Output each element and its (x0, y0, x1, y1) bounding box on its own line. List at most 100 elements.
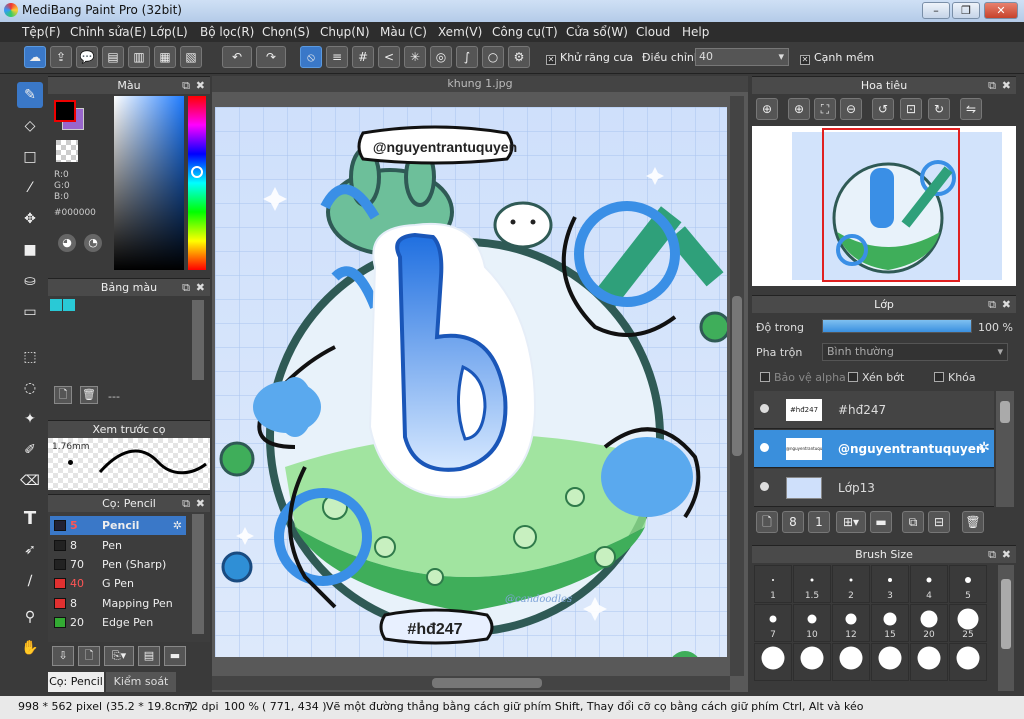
circle-snap-icon[interactable]: ○ (482, 46, 504, 68)
grid-layout-icon[interactable]: ▧ (180, 46, 202, 68)
brush-item-g-pen[interactable]: 40 G Pen (50, 574, 186, 593)
brush-size-cell[interactable]: 10 (793, 604, 831, 642)
zoom-in-icon[interactable]: ⊕ (788, 98, 810, 120)
merge-layer-icon[interactable]: ⊟ (928, 511, 950, 533)
folder-icon[interactable]: ▬ (164, 646, 186, 666)
concentric-snap-icon[interactable]: ◎ (430, 46, 452, 68)
fit-window-icon[interactable]: ⛶ (814, 98, 836, 120)
layer-row-layer13[interactable]: Lớp13 (754, 469, 994, 507)
saturation-value-picker[interactable] (114, 96, 184, 270)
menu-layer[interactable]: Lớp(L) (150, 25, 188, 39)
eye-icon[interactable] (760, 404, 769, 413)
popout-icon[interactable]: ⧉ (182, 279, 190, 297)
dot-tool-icon[interactable]: ⁄ (17, 175, 43, 201)
popout-icon[interactable]: ⧉ (182, 77, 190, 95)
curve-snap-icon[interactable]: ∫ (456, 46, 478, 68)
trash-icon[interactable]: 🗑 (80, 386, 98, 404)
reset-view-icon[interactable]: ⊡ (900, 98, 922, 120)
close-icon[interactable]: ✖ (196, 495, 205, 513)
minimize-button[interactable]: – (922, 2, 950, 19)
brush-size-cell[interactable] (832, 643, 870, 681)
cross-snap-icon[interactable]: # (352, 46, 374, 68)
palette-icon[interactable]: ◕ (58, 234, 76, 252)
brush-size-cell[interactable]: 1 (754, 565, 792, 603)
popout-icon[interactable]: ⧉ (182, 495, 190, 513)
new-1bit-layer-icon[interactable]: 1 (808, 511, 830, 533)
palette-settings-icon[interactable]: ◔ (84, 234, 102, 252)
popout-icon[interactable]: ⧉ (988, 77, 996, 95)
add-layer-menu-icon[interactable]: ⊞▾ (836, 511, 866, 533)
brush-item-pen[interactable]: 8 Pen (50, 536, 186, 555)
new-layer-icon[interactable]: 🗋 (756, 511, 778, 533)
antialias-checkbox[interactable]: ✕ Khử răng cưa (546, 51, 633, 65)
zoom-fit-icon[interactable]: ⊕ (756, 98, 778, 120)
rotate-left-icon[interactable]: ↺ (872, 98, 894, 120)
no-snap-icon[interactable]: ⦸ (300, 46, 322, 68)
new-brush-icon[interactable]: 🗋 (78, 646, 100, 666)
brush-size-cell[interactable] (871, 643, 909, 681)
layer-row-hashtag[interactable]: #hđ247 #hđ247 (754, 391, 994, 429)
protect-alpha-checkbox[interactable]: Bảo vệ alpha (760, 371, 846, 384)
menu-filter[interactable]: Bộ lọc(R) (200, 25, 254, 39)
parallel-snap-icon[interactable]: ≡ (326, 46, 348, 68)
rotate-right-icon[interactable]: ↻ (928, 98, 950, 120)
close-button[interactable]: ✕ (984, 2, 1018, 19)
brush-size-cell[interactable] (910, 643, 948, 681)
brush-item-pen-sharp[interactable]: 70 Pen (Sharp) (50, 555, 186, 574)
comment-icon[interactable]: ▤ (102, 46, 124, 68)
menu-cloud[interactable]: Cloud (636, 25, 670, 39)
new-halftone-layer-icon[interactable]: 8 (782, 511, 804, 533)
cloud-icon[interactable]: ☁ (24, 46, 46, 68)
divide-tool-icon[interactable]: ∕ (17, 568, 43, 594)
snap-settings-icon[interactable]: ⚙ (508, 46, 530, 68)
brush-item-mapping-pen[interactable]: 8 Mapping Pen (50, 594, 186, 613)
redo-icon[interactable]: ↷ (256, 46, 286, 68)
menu-file[interactable]: Tệp(F) (22, 25, 61, 39)
opacity-slider[interactable] (822, 319, 972, 333)
brush-size-cell[interactable]: 3 (871, 565, 909, 603)
hue-slider-handle[interactable] (191, 166, 203, 178)
lock-checkbox[interactable]: Khóa (934, 371, 976, 384)
horizontal-scrollbar[interactable] (212, 676, 730, 690)
soft-edge-checkbox[interactable]: ✕ Cạnh mềm (800, 51, 874, 65)
palette-scrollbar[interactable] (192, 300, 204, 380)
menu-color[interactable]: Màu (C) (380, 25, 427, 39)
cloud-download-icon[interactable]: ⇩ (52, 646, 74, 666)
eyedropper-tool-icon[interactable]: ⚲ (17, 604, 43, 630)
rectangle-tool-icon[interactable]: □ (17, 144, 43, 170)
horizontal-scrollbar-thumb[interactable] (432, 678, 542, 688)
brush-size-cell[interactable] (754, 643, 792, 681)
close-icon[interactable]: ✖ (1002, 296, 1011, 314)
panel-layout-icon[interactable]: ▦ (154, 46, 176, 68)
brush-size-scrollbar[interactable] (998, 565, 1014, 691)
tab-brush-control[interactable]: Kiểm soát cọ (106, 672, 176, 708)
brush-size-cell[interactable]: 2 (832, 565, 870, 603)
menu-help[interactable]: Help (682, 25, 709, 39)
brush-size-cell[interactable]: 15 (871, 604, 909, 642)
page-icon[interactable]: ▥ (128, 46, 150, 68)
menu-capture[interactable]: Chụp(N) (320, 25, 370, 39)
copy-brush-icon[interactable]: ⎘▾ (104, 646, 134, 666)
close-icon[interactable]: ✖ (196, 77, 205, 95)
brush-size-cell[interactable] (793, 643, 831, 681)
brush-list-scrollbar[interactable] (192, 514, 204, 634)
brush-size-cell[interactable] (949, 643, 987, 681)
brush-item-edge-pen[interactable]: 20 Edge Pen (50, 613, 186, 632)
navigator-viewport-frame[interactable] (822, 128, 960, 282)
radial-snap-icon[interactable]: ✳ (404, 46, 426, 68)
lasso-tool-icon[interactable]: ◌ (17, 375, 43, 401)
gear-icon[interactable]: ✲ (978, 440, 990, 456)
artwork-canvas[interactable]: @nguyentrantuquyen #hđ247 @candoodles (215, 107, 727, 657)
folder-icon[interactable]: ▬ (870, 511, 892, 533)
trash-icon[interactable]: 🗑 (962, 511, 984, 533)
palette-swatch[interactable] (63, 299, 75, 311)
select-eraser-tool-icon[interactable]: ⌫ (17, 468, 43, 494)
menu-tools[interactable]: Công cụ(T) (492, 25, 558, 39)
upload-icon[interactable]: ⇪ (50, 46, 72, 68)
brush-item-pencil[interactable]: 5 Pencil ✲ (50, 516, 186, 535)
vanishing-snap-icon[interactable]: < (378, 46, 400, 68)
brush-size-cell[interactable]: 20 (910, 604, 948, 642)
maximize-button[interactable]: ❐ (952, 2, 980, 19)
close-icon[interactable]: ✖ (1002, 77, 1011, 95)
adjust-select[interactable]: 40 ▾ (695, 48, 789, 66)
